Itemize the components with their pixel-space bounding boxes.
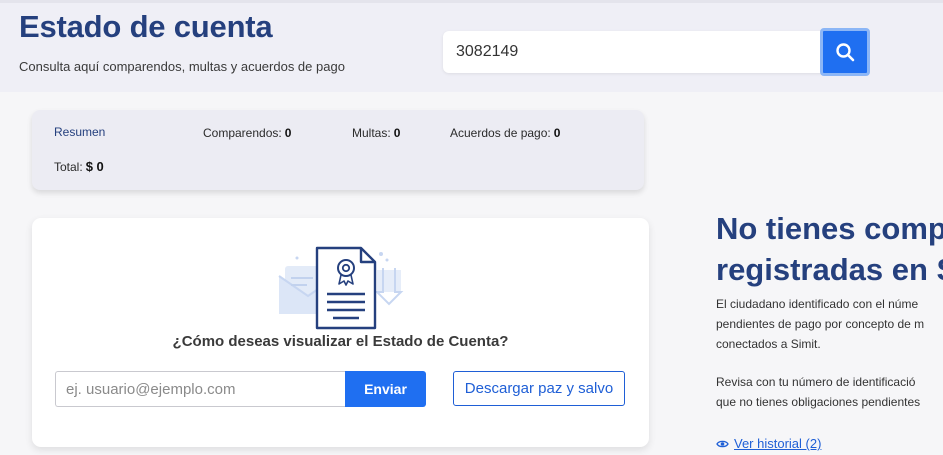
view-history-link[interactable]: Ver historial (2) [716,436,943,451]
total-label: Total: [54,160,83,174]
view-history-label[interactable]: Ver historial (2) [734,436,821,451]
eye-icon [716,440,729,447]
search-input[interactable] [443,31,823,73]
summary-comparendos: Comparendos: 0 [203,124,291,142]
send-button[interactable]: Enviar [345,371,426,407]
summary-multas: Multas: 0 [352,124,400,142]
search-icon [836,43,855,62]
page-title: Estado de cuenta [19,9,273,44]
multas-value: 0 [393,126,401,140]
multas-label: Multas: [352,126,391,140]
page: Estado de cuenta Consulta aquí comparend… [0,0,943,455]
paragraph-1-line: pendientes de pago por concepto de m [716,317,925,331]
summary-resumen-tab[interactable]: Resumen [54,125,105,139]
email-input[interactable] [55,371,347,407]
search-button[interactable] [820,28,870,76]
paragraph-1-line: El ciudadano identificado con el núme [716,297,919,311]
acuerdos-label: Acuerdos de pago: [450,126,551,140]
page-subtitle: Consulta aquí comparendos, multas y acue… [19,59,345,74]
total-value: $ 0 [85,159,104,174]
acuerdos-value: 0 [553,126,561,140]
comparendos-label: Comparendos: [203,126,282,140]
empty-state-heading-line2: registradas en S [716,252,943,287]
comparendos-value: 0 [284,126,292,140]
empty-state-heading: No tienes comp registradas en S [716,208,943,290]
statement-question: ¿Cómo deseas visualizar el Estado de Cue… [172,333,509,350]
statement-card: ¿Cómo deseas visualizar el Estado de Cue… [32,218,649,447]
paragraph-2-line: que no tienes obligaciones pendientes [716,395,921,409]
empty-state-heading-line1: No tienes comp [716,211,943,246]
header: Estado de cuenta Consulta aquí comparend… [0,0,943,92]
empty-state-paragraph-2: Revisa con tu número de identificació qu… [716,372,943,412]
paragraph-2-line: Revisa con tu número de identificació [716,375,916,389]
certificate-document-icon [278,246,404,330]
summary-acuerdos: Acuerdos de pago: 0 [450,124,560,142]
paragraph-1-line: conectados a Simit. [716,337,821,351]
summary-card: Resumen Comparendos: 0 Multas: 0 Acuerdos … [32,110,644,190]
summary-total: Total: $ 0 [54,158,104,176]
empty-state-paragraph-1: El ciudadano identificado con el núme pe… [716,294,943,354]
download-paz-y-salvo-button[interactable]: Descargar paz y salvo [453,371,625,406]
